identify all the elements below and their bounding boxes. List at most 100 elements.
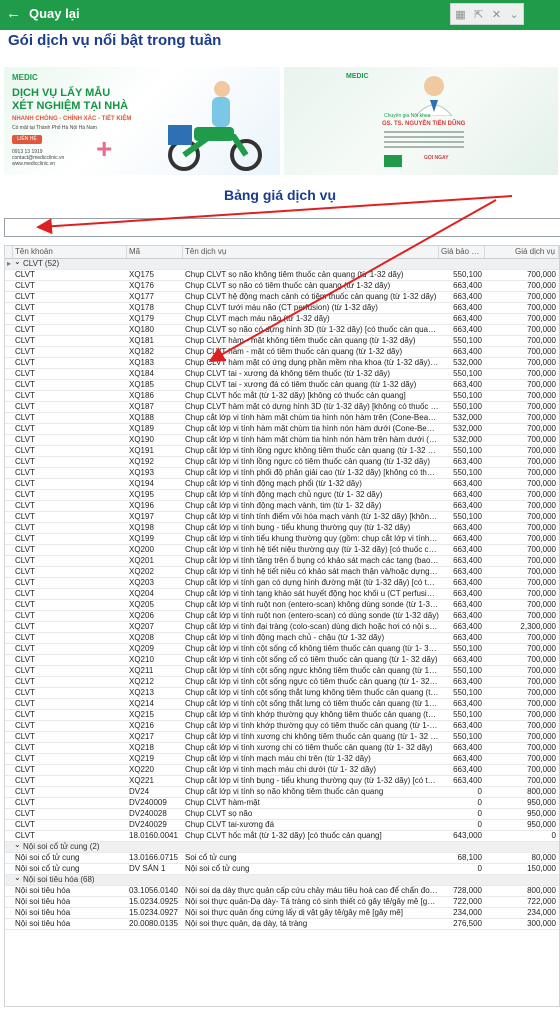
- table-row[interactable]: CLVT XQ182 Chụp CLVT hàm - mặt có tiêm thu…: [5, 347, 559, 358]
- cell-service-price: 700,000: [527, 644, 556, 653]
- column-header-insurance-price[interactable]: Giá bảo hi...: [439, 246, 485, 258]
- table-row[interactable]: CLVT XQ212 Chụp cắt lớp vi tính cột sống n…: [5, 677, 559, 688]
- cell-account: CLVT: [15, 611, 35, 620]
- table-row[interactable]: CLVT XQ202 Chụp cắt lớp vi tính hệ tiết ni…: [5, 567, 559, 578]
- cell-insurance-price: 550,100: [453, 336, 482, 345]
- table-row[interactable]: CLVT XQ201 Chụp cắt lớp vi tính tầng trên …: [5, 556, 559, 567]
- table-row[interactable]: Nội soi tiêu hóa 15.0234.0925 Nội soi thực…: [5, 897, 559, 908]
- promo-banner-home-sampling[interactable]: MEDIC DỊCH VỤ LẤY MẪU XÉT NGHIỆM TẠI NHÀ…: [4, 67, 280, 175]
- table-row[interactable]: CLVT XQ187 Chụp CLVT hàm mặt có dựng hình …: [5, 402, 559, 413]
- cell-code: DV24: [129, 787, 150, 796]
- cell-account: CLVT: [15, 776, 35, 785]
- cell-code: XQ186: [129, 391, 154, 400]
- table-row[interactable]: CLVT XQ180 Chụp CLVT sọ não có dựng hình 3…: [5, 325, 559, 336]
- table-row[interactable]: CLVT XQ190 Chụp cắt lớp vi tính hàm mặt ch…: [5, 435, 559, 446]
- table-row[interactable]: CLVT XQ194 Chụp cắt lớp vi tính động mạch …: [5, 479, 559, 490]
- table-row[interactable]: CLVT XQ196 Chụp cắt lớp vi tính động mạch …: [5, 501, 559, 512]
- table-row[interactable]: CLVT XQ217 Chụp cắt lớp vi tính xương chi …: [5, 732, 559, 743]
- table-row[interactable]: CLVT XQ203 Chụp cắt lớp vi tính gan có dựn…: [5, 578, 559, 589]
- table-row[interactable]: CLVT XQ213 Chụp cắt lớp vi tính cột sống t…: [5, 688, 559, 699]
- table-row[interactable]: CLVT XQ219 Chụp cắt lớp vi tính mạch máu c…: [5, 754, 559, 765]
- contact-button[interactable]: LIÊN HỆ NGAY: [12, 135, 42, 151]
- table-row[interactable]: CLVT XQ210 Chụp cắt lớp vi tính cột sống c…: [5, 655, 559, 666]
- cell-account: CLVT: [15, 688, 35, 697]
- table-row[interactable]: CLVT XQ178 Chụp CLVT tưới máu não (CT perf…: [5, 303, 559, 314]
- table-row[interactable]: CLVT XQ191 Chụp cắt lớp vi tính lồng ngực …: [5, 446, 559, 457]
- table-row[interactable]: Nội soi cổ tử cung DV SẢN 1 Nội soi cổ tử …: [5, 864, 559, 875]
- table-row[interactable]: CLVT XQ211 Chụp cắt lớp vi tính cột sống n…: [5, 666, 559, 677]
- table-row[interactable]: CLVT XQ185 Chụp CLVT tai - xương đá có tiê…: [5, 380, 559, 391]
- column-header-service-name[interactable]: Tên dịch vụ: [183, 246, 439, 258]
- table-row[interactable]: Nội soi cổ tử cung 13.0166.0715 Soi cổ tử …: [5, 853, 559, 864]
- cell-insurance-price: 663,400: [453, 380, 482, 389]
- table-row[interactable]: CLVT XQ186 Chụp CLVT hốc mắt (từ 1-32 dãy)…: [5, 391, 559, 402]
- group-row[interactable]: ⌄ Nội soi cổ tử cung (2): [5, 840, 559, 853]
- cell-account: CLVT: [15, 556, 35, 565]
- table-row[interactable]: CLVT XQ214 Chụp cắt lớp vi tính cột sống t…: [5, 699, 559, 710]
- table-row[interactable]: CLVT XQ197 Chụp cắt lớp vi tính tính điểm …: [5, 512, 559, 523]
- table-row[interactable]: CLVT XQ220 Chụp cắt lớp vi tính mạch máu c…: [5, 765, 559, 776]
- table-row[interactable]: CLVT XQ207 Chụp cắt lớp vi tính đại tràng …: [5, 622, 559, 633]
- table-row[interactable]: CLVT XQ183 Chụp CLVT hàm mặt có ứng dụng p…: [5, 358, 559, 369]
- table-row[interactable]: CLVT XQ205 Chụp cắt lớp vi tính ruột non (…: [5, 600, 559, 611]
- column-header-code[interactable]: Mã: [127, 246, 183, 258]
- table-row[interactable]: Nội soi tiêu hóa 03.1056.0140 Nội soi dạ d…: [5, 886, 559, 897]
- table-row[interactable]: CLVT XQ176 Chụp CLVT sọ não có tiêm thuốc …: [5, 281, 559, 292]
- table-row[interactable]: CLVT XQ216 Chụp cắt lớp vi tính khớp thườn…: [5, 721, 559, 732]
- cell-service-price: 800,000: [527, 787, 556, 796]
- table-row[interactable]: CLVT XQ181 Chụp CLVT hàm - mặt không tiêm …: [5, 336, 559, 347]
- table-row[interactable]: CLVT DV240029 Chụp CLVT tai-xương đá 0 950,0…: [5, 820, 559, 831]
- grid-icon[interactable]: ▦: [455, 8, 465, 21]
- chevron-down-icon[interactable]: ⌄: [14, 873, 21, 883]
- row-indicator: [5, 512, 13, 522]
- close-icon[interactable]: ✕: [492, 8, 501, 21]
- table-row[interactable]: CLVT DV24 Chụp cắt lớp vi tính sọ não khôn…: [5, 787, 559, 798]
- back-button[interactable]: ← Quay lại: [6, 5, 80, 23]
- chevron-down-icon[interactable]: ⌄: [14, 257, 21, 267]
- table-row[interactable]: CLVT XQ179 Chụp CLVT mạch máu não (từ 1-32…: [5, 314, 559, 325]
- cell-insurance-price: 550,100: [453, 666, 482, 675]
- table-row[interactable]: CLVT XQ218 Chụp cắt lớp vi tính xương chi …: [5, 743, 559, 754]
- table-row[interactable]: CLVT XQ177 Chụp CLVT hệ động mạch cảnh có …: [5, 292, 559, 303]
- cell-code: XQ213: [129, 688, 154, 697]
- table-row[interactable]: CLVT XQ200 Chụp cắt lớp vi tính hệ tiết ni…: [5, 545, 559, 556]
- table-row[interactable]: CLVT XQ188 Chụp cắt lớp vi tính hàm mặt ch…: [5, 413, 559, 424]
- resize-icon[interactable]: ⇱: [474, 8, 483, 21]
- table-row[interactable]: CLVT XQ175 Chụp CLVT sọ não không tiêm thu…: [5, 270, 559, 281]
- column-header-service-price[interactable]: Giá dịch vụ: [485, 246, 559, 258]
- cell-insurance-price: 663,400: [453, 325, 482, 334]
- table-row[interactable]: CLVT XQ198 Chụp cắt lớp vi tính bụng - tiể…: [5, 523, 559, 534]
- table-row[interactable]: CLVT XQ184 Chụp CLVT tai - xương đá không …: [5, 369, 559, 380]
- group-row[interactable]: ▸ ⌄ CLVT (52): [5, 257, 559, 270]
- cell-account: CLVT: [15, 446, 35, 455]
- table-row[interactable]: Nội soi tiêu hóa 15.0234.0927 Nội soi thực…: [5, 908, 559, 919]
- cell-service-name: Nội soi thực quản, dạ dày, tá tràng: [185, 919, 308, 928]
- chevron-down-icon[interactable]: ⌄: [14, 840, 21, 850]
- table-row[interactable]: CLVT XQ195 Chụp cắt lớp vi tính động mạch …: [5, 490, 559, 501]
- table-row[interactable]: CLVT XQ209 Chụp cắt lớp vi tính cột sống c…: [5, 644, 559, 655]
- column-header-account[interactable]: Tên khoản: [13, 246, 127, 258]
- promo-banner-doctor[interactable]: MEDIC Chuyên gia Nội khoa GS. TS. NGUYỄN…: [284, 67, 558, 175]
- table-row[interactable]: CLVT XQ215 Chụp cắt lớp vi tính khớp thườn…: [5, 710, 559, 721]
- table-row[interactable]: CLVT XQ208 Chụp cắt lớp vi tính động mạch …: [5, 633, 559, 644]
- row-indicator: [5, 699, 13, 709]
- table-row[interactable]: CLVT DV240028 Chụp CLVT sọ não 0 950,000: [5, 809, 559, 820]
- cell-service-price: 700,000: [527, 743, 556, 752]
- chevron-down-icon[interactable]: ⌄: [510, 8, 519, 21]
- table-row[interactable]: CLVT XQ206 Chụp cắt lớp vi tính ruột non (…: [5, 611, 559, 622]
- table-row[interactable]: CLVT XQ192 Chụp cắt lớp vi tính lồng ngực …: [5, 457, 559, 468]
- table-row[interactable]: CLVT DV240009 Chụp CLVT hàm-mặt 0 950,000: [5, 798, 559, 809]
- group-row[interactable]: ⌄ Nội soi tiêu hóa (68): [5, 873, 559, 886]
- table-row[interactable]: CLVT XQ199 Chụp cắt lớp vi tính tiểu khung…: [5, 534, 559, 545]
- table-row[interactable]: CLVT XQ189 Chụp cắt lớp vi tính hàm mặt ch…: [5, 424, 559, 435]
- row-indicator: [5, 534, 13, 544]
- table-row[interactable]: Nội soi tiêu hóa 20.0080.0135 Nội soi thực…: [5, 919, 559, 930]
- table-row[interactable]: CLVT 18.0160.0041 Chụp CLVT hốc mắt (từ 1-…: [5, 831, 559, 842]
- table-row[interactable]: CLVT XQ204 Chụp cắt lớp vi tính tạng khảo …: [5, 589, 559, 600]
- cell-insurance-price: 0: [477, 787, 482, 796]
- cell-insurance-price: 550,100: [453, 468, 482, 477]
- cell-insurance-price: 0: [477, 820, 482, 829]
- table-row[interactable]: CLVT XQ221 Chụp cắt lớp vi tính bụng - tiể…: [5, 776, 559, 787]
- search-input[interactable]: [4, 218, 560, 237]
- table-row[interactable]: CLVT XQ193 Chụp cắt lớp vi tính phổi độ ph…: [5, 468, 559, 479]
